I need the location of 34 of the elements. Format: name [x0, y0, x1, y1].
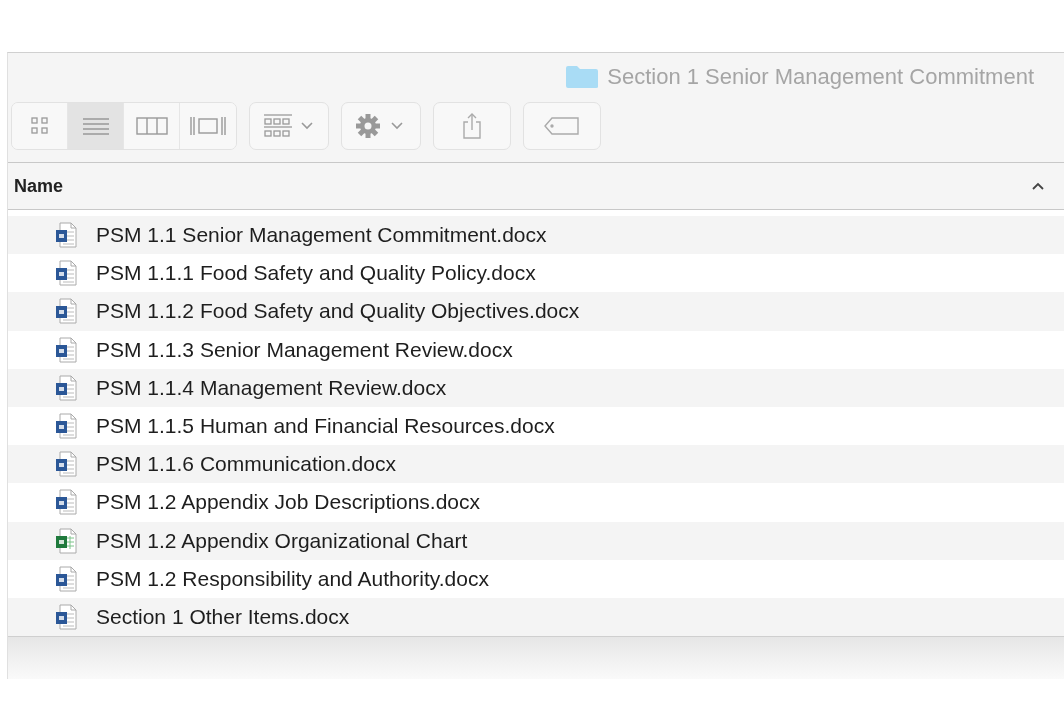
- list-icon: [80, 115, 111, 137]
- document-file-icon: [55, 489, 77, 516]
- action-button[interactable]: [341, 102, 421, 150]
- icons-view-button[interactable]: [12, 103, 68, 149]
- file-name[interactable]: PSM 1.2 Responsibility and Authority.docx: [96, 566, 489, 591]
- tag-button[interactable]: [523, 102, 601, 150]
- arrange-button[interactable]: [249, 102, 329, 150]
- document-file-icon: [55, 603, 77, 630]
- document-file-icon: [55, 336, 77, 363]
- spreadsheet-file-icon: [55, 527, 77, 554]
- document-file-icon: [55, 451, 77, 478]
- folder-icon: [565, 65, 600, 89]
- document-file-icon: [55, 222, 77, 249]
- share-icon: [461, 112, 483, 140]
- file-name[interactable]: Section 1 Other Items.docx: [96, 604, 350, 629]
- document-file-icon: [55, 565, 77, 592]
- document-file-icon: [55, 413, 77, 440]
- file-name[interactable]: PSM 1.1.1 Food Safety and Quality Policy.docx: [96, 261, 536, 286]
- share-button[interactable]: [433, 102, 511, 150]
- file-name[interactable]: PSM 1.1.3 Senior Management Review.docx: [96, 337, 513, 362]
- window-title: Section 1 Senior Management Commitment: [607, 64, 1034, 90]
- file-name[interactable]: PSM 1.2 Appendix Job Descriptions.docx: [96, 490, 481, 515]
- grid-icon: [28, 115, 51, 137]
- file-name[interactable]: PSM 1.1.5 Human and Financial Resources.docx: [96, 414, 555, 439]
- column-header[interactable]: Name: [8, 162, 1064, 210]
- cover-flow-icon: [189, 115, 227, 137]
- document-file-icon: [55, 298, 77, 325]
- tag-icon: [543, 116, 581, 136]
- grid-dropdown-icon: [262, 113, 316, 139]
- columns-icon: [135, 115, 168, 137]
- document-file-icon: [55, 260, 77, 287]
- file-name[interactable]: PSM 1.1.6 Communication.docx: [96, 452, 396, 477]
- list-view-button[interactable]: [68, 103, 124, 149]
- document-file-icon: [55, 374, 77, 401]
